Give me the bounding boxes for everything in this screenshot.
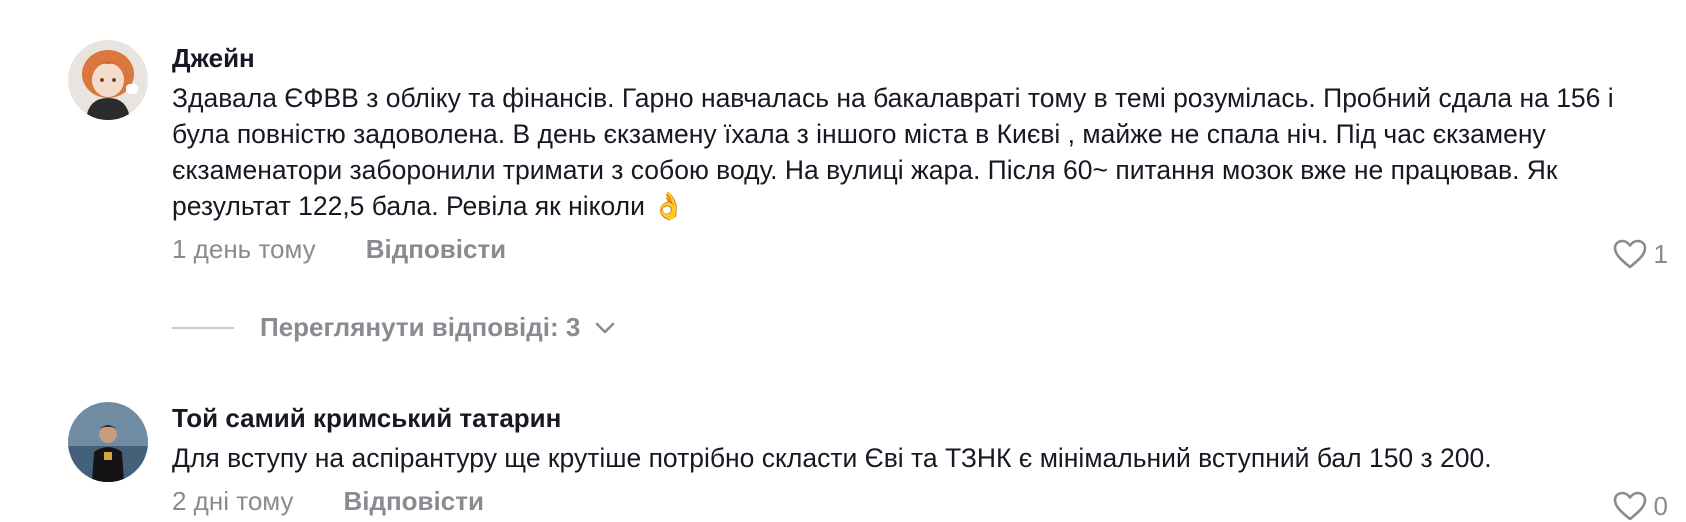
chevron-down-icon [594,321,616,335]
reply-button[interactable]: Відповісти [366,234,506,265]
avatar[interactable] [68,40,148,120]
comment-timestamp: 2 дні тому [172,485,294,516]
like-button[interactable]: 1 [1612,238,1668,270]
avatar[interactable] [68,402,148,482]
comment-username[interactable]: Той самий кримський татарин [172,402,1626,434]
comment-timestamp: 1 день тому [172,233,316,264]
heart-icon [1613,239,1646,269]
like-button[interactable]: 0 [1612,490,1668,522]
divider-line [172,326,234,329]
heart-icon [1613,491,1646,521]
person-photo-avatar-icon [68,402,148,482]
comment-text: Для вступу на аспірантуру ще крутіше пот… [172,443,1492,473]
view-replies-button[interactable]: Переглянути відповіді: 3 [172,312,616,343]
comment-body: Джейн Здавала ЄФВВ з обліку та фінансів.… [172,42,1626,267]
comment-meta: 2 дні тому Відповісти [172,483,1626,519]
comment-body: Той самий кримський татарин Для вступу н… [172,402,1626,519]
like-count: 1 [1653,238,1668,269]
anime-avatar-icon [68,40,148,120]
comment-username[interactable]: Джейн [172,42,1626,74]
reply-button[interactable]: Відповісти [343,486,483,517]
comment-text: Здавала ЄФВВ з обліку та фінансів. Гарно… [172,83,1614,221]
like-count: 0 [1653,490,1668,521]
comment-meta: 1 день тому Відповісти [172,231,1626,267]
view-replies-label: Переглянути відповіді: 3 [260,312,581,342]
